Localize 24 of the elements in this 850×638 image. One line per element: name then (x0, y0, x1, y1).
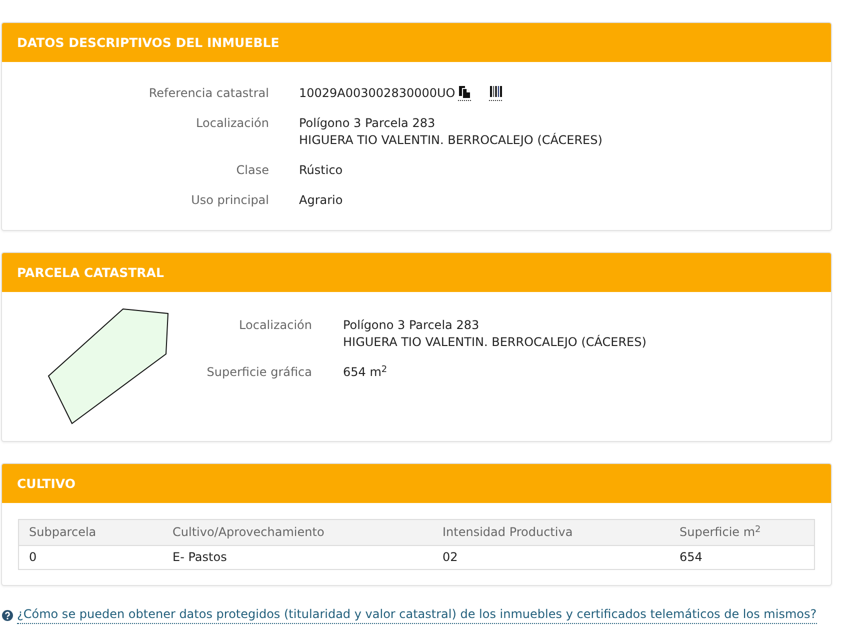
field-value: HIGUERA TIO VALENTIN. BERROCALEJO (CÁCERES) (299, 132, 602, 149)
table-cell: 654 (670, 546, 814, 570)
field-value: Polígono 3 Parcela 283 (299, 115, 436, 132)
field-label: Clase (236, 163, 269, 177)
field-label: Localización (239, 318, 312, 332)
section-title: PARCELA CATASTRAL (17, 264, 164, 281)
field-value: Rústico (299, 162, 343, 179)
section-title: CULTIVO (17, 475, 76, 492)
field-value: Agrario (299, 192, 343, 209)
section-title: DATOS DESCRIPTIVOS DEL INMUEBLE (17, 34, 280, 51)
field-label: Superficie gráfica (206, 365, 312, 379)
copy-icon[interactable] (458, 86, 472, 101)
field-label: Uso principal (191, 193, 269, 207)
table-cell: 0 (18, 546, 162, 570)
field-label: Referencia catastral (148, 86, 269, 100)
field-label: Localización (196, 116, 269, 130)
field-value: 10029A003002830000UO (299, 85, 456, 102)
field-value: 654 m$^{2}$ (343, 364, 388, 381)
table-cell: E- Pastos (162, 546, 432, 570)
help-link[interactable]: ¿Cómo se pueden obtener datos protegidos (titularidad y valor catastral) de los inmuebles y certificados telemáticos de los mismos? (17, 606, 817, 624)
field-value: Polígono 3 Parcela 283 (343, 317, 480, 334)
table-cell: 02 (432, 546, 670, 570)
field-value: HIGUERA TIO VALENTIN. BERROCALEJO (CÁCERES) (343, 334, 646, 351)
barcode-icon[interactable] (489, 86, 502, 101)
